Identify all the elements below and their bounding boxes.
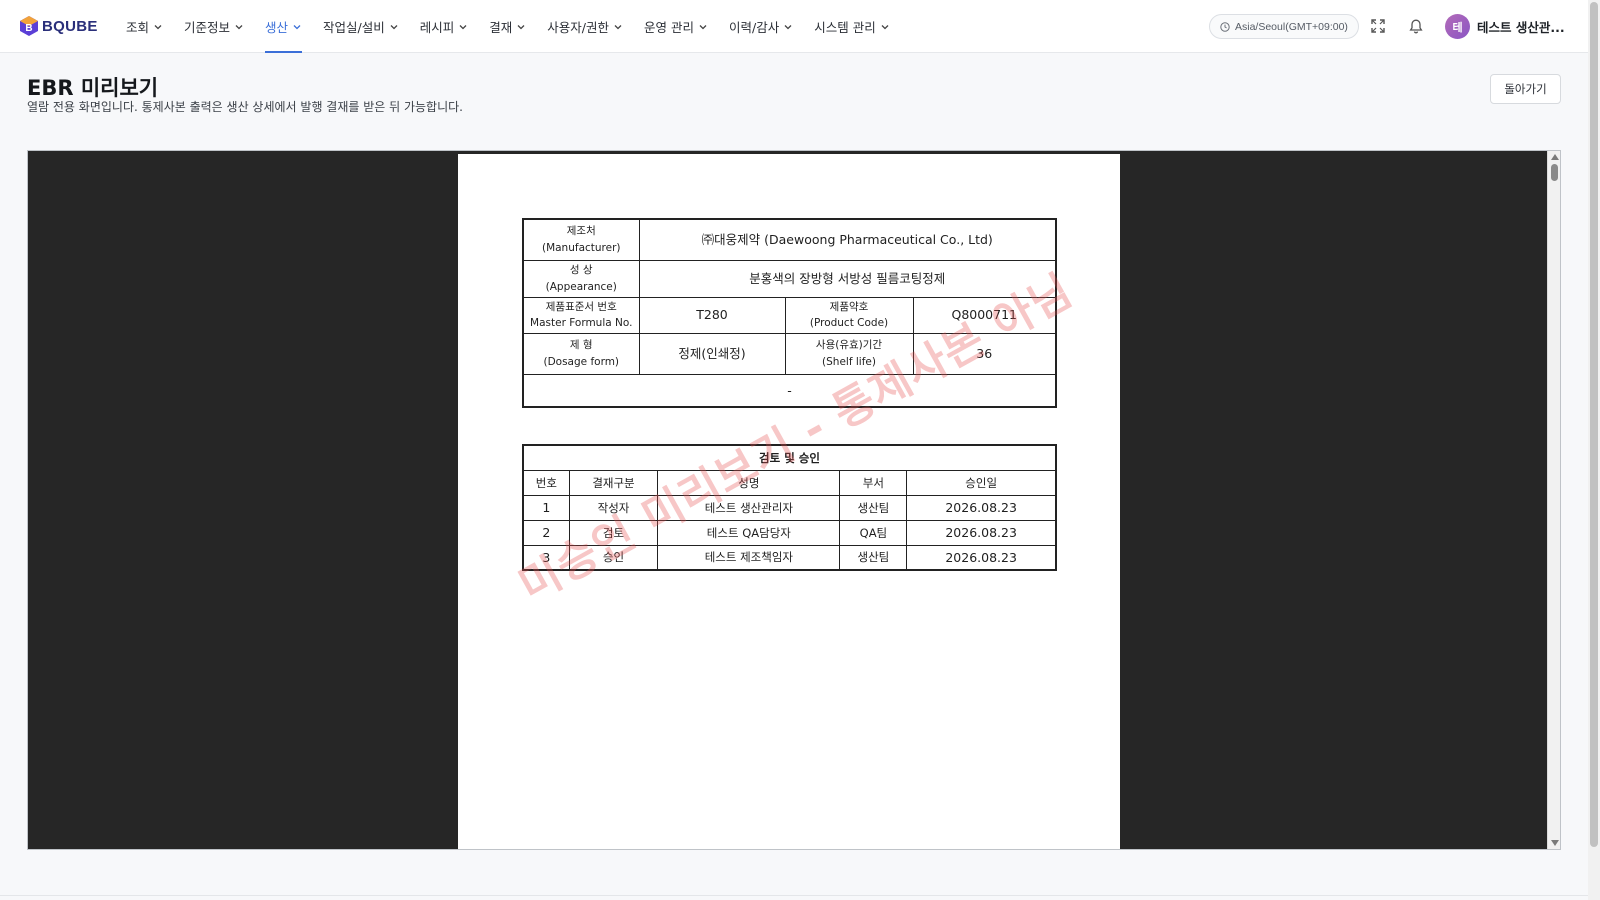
approval-cell: 2026.08.23	[906, 544, 1057, 571]
manufacturer-label: 제조처 (Manufacturer)	[522, 218, 640, 261]
avatar: 테	[1445, 14, 1470, 39]
manufacturer-value: ㈜대웅제약 (Daewoong Pharmaceutical Co., Ltd)	[638, 218, 1057, 261]
approval-cell: 1	[522, 494, 570, 521]
chevron-down-icon	[881, 24, 889, 29]
approval-title: 검토 및 승인	[522, 444, 1057, 471]
window-scrollbar[interactable]	[1588, 0, 1600, 900]
product-code-value: Q8000711	[912, 296, 1057, 334]
nav-item-label: 시스템 관리	[814, 20, 876, 35]
approval-cell: 테스트 생산관리자	[657, 494, 841, 521]
notifications-button[interactable]	[1406, 16, 1426, 36]
ebr-document-viewer[interactable]: 제조처 (Manufacturer) ㈜대웅제약 (Daewoong Pharma…	[27, 150, 1561, 850]
approval-header-cell: 부서	[839, 469, 908, 496]
approval-cell: 승인	[568, 544, 659, 571]
back-button[interactable]: 돌아가기	[1490, 74, 1561, 104]
approval-cell: 생산팀	[839, 544, 908, 571]
chevron-down-icon	[293, 24, 301, 29]
nav-item-label: 조회	[126, 20, 150, 35]
approval-cell: 테스트 제조책임자	[657, 544, 841, 571]
chevron-down-icon	[235, 24, 243, 29]
approval-row: 2 검토 테스트 QA담당자 QA팀 2026.08.23	[522, 519, 1057, 546]
approval-cell: 테스트 QA담당자	[657, 519, 841, 546]
nav-item-label: 작업실/설비	[323, 20, 385, 35]
nav-item-label: 기준정보	[184, 20, 231, 35]
bell-icon	[1409, 19, 1423, 33]
user-name: 테스트 생산관...	[1477, 20, 1565, 35]
document-page: 제조처 (Manufacturer) ㈜대웅제약 (Daewoong Pharma…	[458, 154, 1120, 849]
dosage-form-label: 제 형 (Dosage form)	[522, 332, 640, 375]
nav-item[interactable]: 생산	[265, 0, 303, 53]
shelf-life-value: 36	[912, 332, 1057, 375]
nav-item[interactable]: 레시피	[420, 0, 469, 53]
master-formula-value: T280	[638, 296, 786, 334]
nav-item-label: 이력/감사	[729, 20, 780, 35]
approval-cell: QA팀	[839, 519, 908, 546]
approval-row: 3 승인 테스트 제조책임자 생산팀 2026.08.23	[522, 544, 1057, 571]
main-nav: 조회 기준정보 생산 작업실/설비 레시피 결재 사용자/권한 운영 관리 이력/감사 시스템 관…	[126, 0, 911, 53]
page-subtitle: 열람 전용 화면입니다. 통제사본 출력은 생산 상세에서 발행 결재를 받은 …	[27, 100, 463, 114]
timezone-label: Asia/Seoul(GMT+09:00)	[1235, 20, 1348, 33]
shelf-life-label: 사용(유효)기간 (Shelf life)	[784, 332, 914, 375]
window-scrollbar-thumb[interactable]	[1590, 2, 1598, 847]
nav-item-label: 사용자/권한	[547, 20, 610, 35]
dosage-form-value: 정제(인쇄정)	[638, 332, 786, 375]
nav-item[interactable]: 운영 관리	[644, 0, 708, 53]
approval-row: 1 작성자 테스트 생산관리자 생산팀 2026.08.23	[522, 494, 1057, 521]
nav-item-label: 운영 관리	[644, 20, 694, 35]
nav-item[interactable]: 조회	[126, 0, 163, 53]
nav-item[interactable]: 결재	[489, 0, 526, 53]
brand-logo[interactable]: B BQUBE	[20, 16, 98, 36]
scroll-up-icon[interactable]	[1551, 154, 1559, 160]
approval-header-cell: 승인일	[906, 469, 1057, 496]
appearance-label: 성 상 (Appearance)	[522, 259, 640, 298]
master-formula-label: 제품표준서 번호 Master Formula No.	[522, 296, 640, 334]
viewer-scrollbar[interactable]	[1547, 151, 1560, 849]
nav-item-label: 생산	[265, 20, 289, 35]
nav-item[interactable]: 시스템 관리	[814, 0, 889, 53]
chevron-down-icon	[614, 24, 622, 29]
product-code-label: 제품약호 (Product Code)	[784, 296, 914, 334]
appearance-value: 분홍색의 장방형 서방성 필름코팅정제	[638, 259, 1057, 298]
approval-cell: 3	[522, 544, 570, 571]
chevron-down-icon	[154, 24, 162, 29]
clock-icon	[1220, 21, 1230, 32]
svg-text:B: B	[25, 23, 32, 34]
brand-name: BQUBE	[42, 17, 98, 35]
chevron-down-icon	[784, 24, 792, 29]
timezone-indicator[interactable]: Asia/Seoul(GMT+09:00)	[1209, 14, 1359, 39]
nav-item-label: 레시피	[419, 20, 455, 35]
chevron-down-icon	[459, 24, 467, 29]
product-info-table: 제조처 (Manufacturer) ㈜대웅제약 (Daewoong Pharma…	[522, 218, 1057, 408]
chevron-down-icon	[699, 24, 707, 29]
nav-item[interactable]: 이력/감사	[729, 0, 793, 53]
fullscreen-icon	[1371, 19, 1385, 33]
top-navigation-bar: B BQUBE 조회 기준정보 생산 작업실/설비 레시피 결재 사용자/권한 운영 관리 이력…	[0, 0, 1588, 53]
scrollbar-thumb[interactable]	[1551, 164, 1558, 181]
scroll-down-icon[interactable]	[1551, 840, 1559, 846]
approval-cell: 2	[522, 519, 570, 546]
chevron-down-icon	[390, 24, 398, 29]
note-value: -	[522, 373, 1057, 408]
approval-cell: 생산팀	[839, 494, 908, 521]
approval-table: 검토 및 승인 번호 결재구분 성명 부서 승인일 1 작성자 테스트 생산관리자 생산팀 20…	[522, 444, 1057, 571]
footer-divider	[0, 895, 1588, 896]
nav-item[interactable]: 기준정보	[184, 0, 244, 53]
chevron-down-icon	[517, 24, 525, 29]
approval-cell: 검토	[568, 519, 659, 546]
nav-item[interactable]: 사용자/권한	[547, 0, 623, 53]
approval-header-cell: 성명	[657, 469, 841, 496]
user-menu[interactable]: 테 테스트 생산관...	[1445, 14, 1565, 39]
approval-header-row: 번호 결재구분 성명 부서 승인일	[522, 469, 1057, 496]
brand-logo-icon: B	[20, 16, 38, 36]
approval-header-cell: 번호	[522, 469, 570, 496]
approval-cell: 2026.08.23	[906, 494, 1057, 521]
approval-cell: 작성자	[568, 494, 659, 521]
nav-item[interactable]: 작업실/설비	[323, 0, 399, 53]
approval-header-cell: 결재구분	[568, 469, 659, 496]
approval-cell: 2026.08.23	[906, 519, 1057, 546]
nav-item-label: 결재	[489, 20, 513, 35]
fullscreen-button[interactable]	[1368, 16, 1388, 36]
